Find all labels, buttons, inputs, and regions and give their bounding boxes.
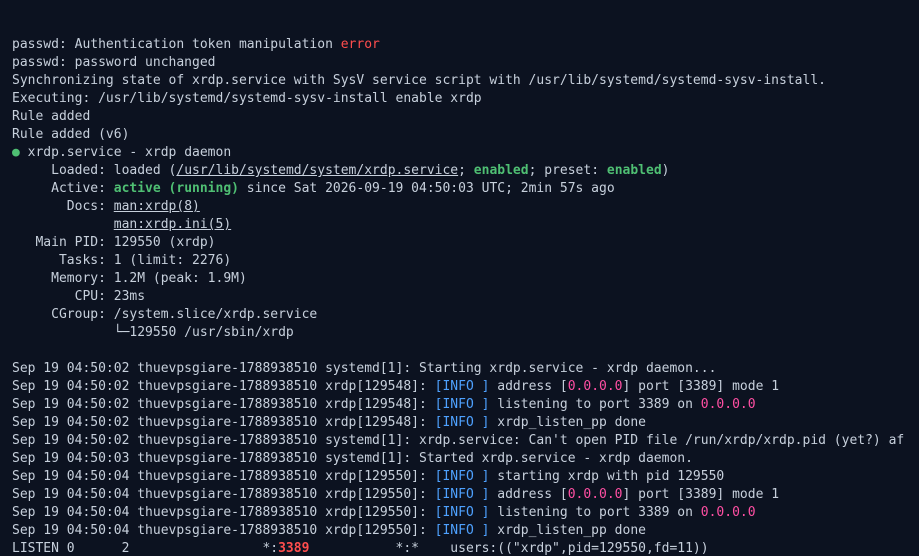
terminal-text: 0.0.0.0 [700, 505, 756, 520]
terminal-text: [INFO ] [434, 397, 490, 412]
terminal-text: Synchronizing state of xrdp.service with… [12, 73, 826, 88]
terminal-text: Active: [12, 181, 114, 196]
terminal-line: Sep 19 04:50:02 thuevpsgiare-1788938510 … [12, 378, 919, 396]
terminal-line: passwd: password unchanged [12, 54, 919, 72]
terminal-output: passwd: Authentication token manipulatio… [12, 36, 919, 556]
terminal-text: Executing: /usr/lib/systemd/systemd-sysv… [12, 91, 482, 106]
terminal-text: Memory: 1.2M (peak: 1.9M) [12, 271, 247, 286]
terminal-text: ] port [3389] mode 1 [622, 487, 780, 502]
terminal-line: LISTEN 0 2 *:3389 *:* users:(("xrdp",pid… [12, 540, 919, 556]
terminal-line: Sep 19 04:50:02 thuevpsgiare-1788938510 … [12, 432, 919, 450]
terminal-text: listening to port 3389 on [489, 397, 701, 412]
terminal-text: CGroup: /system.slice/xrdp.service [12, 307, 318, 322]
status-dot-icon: ● [12, 145, 20, 160]
terminal-text: Rule added [12, 109, 91, 124]
terminal-text: since Sat 2026-09-19 04:50:03 UTC; 2min … [238, 181, 615, 196]
terminal-line: ● xrdp.service - xrdp daemon [12, 144, 919, 162]
terminal-text: Sep 19 04:50:04 thuevpsgiare-1788938510 … [12, 487, 435, 502]
terminal-text: 0.0.0.0 [700, 397, 756, 412]
terminal-line: Rule added (v6) [12, 126, 919, 144]
terminal-window[interactable]: passwd: Authentication token manipulatio… [12, 0, 919, 556]
terminal-line: man:xrdp.ini(5) [12, 216, 919, 234]
terminal-text: ; preset: [528, 163, 607, 178]
terminal-line: CPU: 23ms [12, 288, 919, 306]
terminal-line: Sep 19 04:50:03 thuevpsgiare-1788938510 … [12, 450, 919, 468]
terminal-text: [INFO ] [434, 469, 490, 484]
terminal-text: xrdp.service - xrdp daemon [19, 145, 232, 160]
terminal-line: Active: active (running) since Sat 2026-… [12, 180, 919, 198]
terminal-text: Sep 19 04:50:04 thuevpsgiare-1788938510 … [12, 523, 435, 538]
terminal-text: Loaded: loaded ( [12, 163, 177, 178]
terminal-line: Sep 19 04:50:04 thuevpsgiare-1788938510 … [12, 486, 919, 504]
terminal-line: Sep 19 04:50:02 thuevpsgiare-1788938510 … [12, 360, 919, 378]
terminal-text: [INFO ] [434, 379, 490, 394]
terminal-text: ) [661, 163, 670, 178]
terminal-text: Sep 19 04:50:02 thuevpsgiare-1788938510 … [12, 397, 435, 412]
terminal-text: LISTEN 0 2 *: [12, 541, 279, 556]
terminal-line: Main PID: 129550 (xrdp) [12, 234, 919, 252]
terminal-text: ] port [3389] mode 1 [622, 379, 780, 394]
terminal-line: Loaded: loaded (/usr/lib/systemd/system/… [12, 162, 919, 180]
terminal-line: Sep 19 04:50:04 thuevpsgiare-1788938510 … [12, 504, 919, 522]
terminal-line: passwd: Authentication token manipulatio… [12, 36, 919, 54]
terminal-line: └─129550 /usr/sbin/xrdp [12, 324, 919, 342]
terminal-text: listening to port 3389 on [489, 505, 701, 520]
terminal-text: man:xrdp(8) [113, 199, 200, 214]
terminal-text: Rule added (v6) [12, 127, 130, 142]
terminal-line: Tasks: 1 (limit: 2276) [12, 252, 919, 270]
terminal-text: └─129550 /usr/sbin/xrdp [12, 325, 294, 340]
terminal-text: 0.0.0.0 [567, 379, 623, 394]
terminal-text: passwd: password unchanged [12, 55, 216, 70]
terminal-text: /usr/lib/systemd/system/xrdp.service [176, 163, 459, 178]
terminal-text: Docs: [12, 199, 114, 214]
terminal-text: ; [458, 163, 474, 178]
terminal-line: Synchronizing state of xrdp.service with… [12, 72, 919, 90]
terminal-text: *:* users:(("xrdp",pid=129550,fd=11)) [309, 541, 709, 556]
terminal-text: Sep 19 04:50:02 thuevpsgiare-1788938510 … [12, 361, 717, 376]
terminal-text: Sep 19 04:50:03 thuevpsgiare-1788938510 … [12, 451, 693, 466]
terminal-text: enabled [606, 163, 662, 178]
terminal-line: Rule added [12, 108, 919, 126]
terminal-text: passwd: Authentication token manipulatio… [12, 37, 341, 52]
terminal-text: enabled [473, 163, 529, 178]
terminal-text: [INFO ] [434, 523, 490, 538]
terminal-line: Docs: man:xrdp(8) [12, 198, 919, 216]
terminal-text: address [ [489, 379, 568, 394]
terminal-text: address [ [489, 487, 568, 502]
terminal-line: Memory: 1.2M (peak: 1.9M) [12, 270, 919, 288]
terminal-text: error [340, 37, 380, 52]
terminal-line: Sep 19 04:50:04 thuevpsgiare-1788938510 … [12, 522, 919, 540]
terminal-line: Sep 19 04:50:02 thuevpsgiare-1788938510 … [12, 396, 919, 414]
terminal-text: Sep 19 04:50:02 thuevpsgiare-1788938510 … [12, 415, 435, 430]
terminal-text: Sep 19 04:50:04 thuevpsgiare-1788938510 … [12, 505, 435, 520]
terminal-text: Sep 19 04:50:02 thuevpsgiare-1788938510 … [12, 379, 435, 394]
terminal-text: Tasks: 1 (limit: 2276) [12, 253, 232, 268]
terminal-line: Executing: /usr/lib/systemd/systemd-sysv… [12, 90, 919, 108]
terminal-text: starting xrdp with pid 129550 [489, 469, 725, 484]
terminal-text: xrdp_listen_pp done [489, 415, 646, 430]
terminal-text: 3389 [278, 541, 310, 556]
terminal-line: Sep 19 04:50:04 thuevpsgiare-1788938510 … [12, 468, 919, 486]
terminal-line: CGroup: /system.slice/xrdp.service [12, 306, 919, 324]
terminal-text: [INFO ] [434, 487, 490, 502]
terminal-text: 0.0.0.0 [567, 487, 623, 502]
terminal-text: [INFO ] [434, 415, 490, 430]
terminal-text: [INFO ] [434, 505, 490, 520]
terminal-text: active (running) [113, 181, 239, 196]
terminal-text: man:xrdp.ini(5) [113, 217, 232, 232]
terminal-line: Sep 19 04:50:02 thuevpsgiare-1788938510 … [12, 414, 919, 432]
terminal-text: Sep 19 04:50:02 thuevpsgiare-1788938510 … [12, 433, 905, 448]
terminal-text: CPU: 23ms [12, 289, 146, 304]
terminal-text: Sep 19 04:50:04 thuevpsgiare-1788938510 … [12, 469, 435, 484]
terminal-text: xrdp_listen_pp done [489, 523, 646, 538]
terminal-text: Main PID: 129550 (xrdp) [12, 235, 216, 250]
